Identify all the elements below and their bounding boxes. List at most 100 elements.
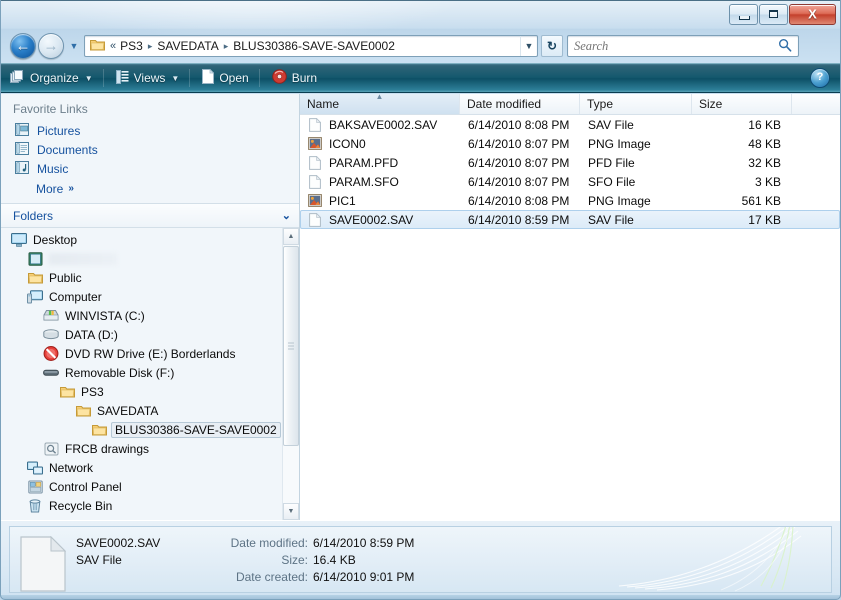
recent-pages-button[interactable]: ▼ <box>68 40 80 51</box>
folders-header[interactable]: Folders ⌄ <box>1 203 299 228</box>
folder-tree-scrollbar[interactable]: ▲ ▼ <box>282 228 299 520</box>
breadcrumb-item-ps3[interactable]: PS3 <box>117 38 146 54</box>
burn-button[interactable]: Burn <box>265 67 324 89</box>
folder-icon <box>27 271 43 284</box>
search-input[interactable] <box>568 38 778 54</box>
tree-item[interactable]: FRCB drawings <box>1 439 281 458</box>
generic-file-icon <box>20 535 67 592</box>
tree-item[interactable]: WINVISTA (C:) <box>1 306 281 325</box>
tree-item[interactable]: Recycle Bin <box>1 496 281 515</box>
file-date-cell: 6/14/2010 8:07 PM <box>468 155 570 170</box>
column-header-spacer[interactable] <box>792 94 840 114</box>
breadcrumb-separator-icon[interactable]: ▸ <box>146 41 155 52</box>
maximize-button[interactable] <box>759 3 788 25</box>
views-icon <box>115 69 129 87</box>
column-header-name[interactable]: ▲ Name <box>300 94 460 114</box>
sidebar-item-more[interactable]: More » <box>1 179 299 198</box>
breadcrumb-item-current[interactable]: BLUS30386-SAVE-SAVE0002 <box>230 38 398 54</box>
sort-ascending-icon: ▲ <box>375 94 384 101</box>
chevron-down-icon: ⌄ <box>281 210 291 222</box>
user-folder-icon <box>27 251 43 266</box>
network-icon <box>27 461 43 475</box>
sidebar-item-documents[interactable]: Documents <box>1 140 299 159</box>
explorer-window: X ← → ▼ « PS3 ▸ SAVEDATA ▸ BLUS30386-SAV… <box>0 0 841 600</box>
file-date-cell: 6/14/2010 8:08 PM <box>468 117 570 132</box>
scrollbar-thumb[interactable] <box>283 246 299 446</box>
hard-drive-icon <box>43 309 59 322</box>
file-size-cell: 32 KB <box>748 155 781 170</box>
chevron-double-right-icon: » <box>68 183 73 194</box>
views-label: Views <box>133 71 166 85</box>
tree-item[interactable]: SAVEDATA <box>1 401 281 420</box>
file-name-cell: PARAM.SFO <box>301 174 461 189</box>
sidebar-item-label: Music <box>37 161 69 176</box>
sidebar-item-music[interactable]: Music <box>1 159 299 178</box>
tree-item[interactable] <box>1 249 281 268</box>
tree-item-label: WINVISTA (C:) <box>65 308 145 323</box>
details-date-modified-value: 6/14/2010 8:59 PM <box>313 536 415 550</box>
generic-file-icon <box>307 174 323 189</box>
forward-button[interactable]: → <box>38 33 64 59</box>
folder-icon <box>90 38 105 54</box>
close-button[interactable]: X <box>789 3 836 25</box>
column-header-size[interactable]: Size <box>692 94 792 114</box>
file-name-label: PIC1 <box>329 193 356 208</box>
folder-tree: Desktop Public Computer WINVISTA (C:) DATA (… <box>1 230 281 520</box>
table-row[interactable]: SAVE0002.SAV 6/14/2010 8:59 PM SAV File 17 … <box>300 210 840 229</box>
forward-arrow-icon: → <box>43 37 59 55</box>
open-button[interactable]: Open <box>195 67 255 89</box>
breadcrumb-item-savedata[interactable]: SAVEDATA <box>154 38 221 54</box>
minimize-icon <box>739 15 750 20</box>
tree-item[interactable]: Desktop <box>1 230 281 249</box>
breadcrumb-overflow[interactable]: « <box>109 40 117 52</box>
file-size-cell: 16 KB <box>748 117 781 132</box>
search-box[interactable] <box>567 35 799 57</box>
back-button[interactable]: ← <box>10 33 36 59</box>
tree-item[interactable]: Removable Disk (F:) <box>1 363 281 382</box>
table-row[interactable]: PARAM.PFD 6/14/2010 8:07 PM PFD File 32 KB <box>300 153 840 172</box>
control-panel-icon <box>27 480 43 494</box>
help-button[interactable]: ? <box>810 68 830 88</box>
chevron-down-icon: ▼ <box>69 40 79 51</box>
scroll-down-icon[interactable]: ▼ <box>283 503 299 520</box>
tree-item[interactable]: DVD RW Drive (E:) Borderlands <box>1 344 281 363</box>
file-date-cell: 6/14/2010 8:07 PM <box>468 136 570 151</box>
column-headers: ▲ Name Date modified Type Size <box>300 94 840 115</box>
folder-icon <box>91 423 107 436</box>
tree-item[interactable]: Control Panel <box>1 477 281 496</box>
navigation-buttons: ← → <box>10 33 64 59</box>
minimize-button[interactable] <box>729 3 758 25</box>
breadcrumb-separator-icon[interactable]: ▸ <box>222 41 231 52</box>
tree-item[interactable]: Computer <box>1 287 281 306</box>
organize-button[interactable]: Organize ▼ <box>3 67 100 89</box>
scroll-up-icon[interactable]: ▲ <box>283 228 299 245</box>
refresh-button[interactable]: ↻ <box>541 35 563 57</box>
column-header-type[interactable]: Type <box>580 94 692 114</box>
details-pane: SAVE0002.SAV Date modified: 6/14/2010 8:… <box>1 520 840 599</box>
table-row[interactable]: BAKSAVE0002.SAV 6/14/2010 8:08 PM SAV File… <box>300 115 840 134</box>
tree-item[interactable]: Public <box>1 268 281 287</box>
tree-item[interactable]: BLUS30386-SAVE-SAVE0002 <box>1 420 281 439</box>
column-header-date-modified[interactable]: Date modified <box>460 94 580 114</box>
file-name-label: PARAM.PFD <box>329 155 399 170</box>
pictures-icon <box>15 122 30 140</box>
computer-icon <box>27 289 43 304</box>
tree-item-label: PS3 <box>81 384 104 399</box>
desktop-icon <box>11 232 27 247</box>
tree-item[interactable]: PS3 <box>1 382 281 401</box>
toolbar-separator <box>189 69 191 87</box>
tree-item[interactable]: Network <box>1 458 281 477</box>
table-row[interactable]: ICON0 6/14/2010 8:07 PM PNG Image 48 KB <box>300 134 840 153</box>
folders-header-label: Folders <box>13 208 54 223</box>
table-row[interactable]: PIC1 6/14/2010 8:08 PM PNG Image 561 KB <box>300 191 840 210</box>
details-pane-inner: SAVE0002.SAV Date modified: 6/14/2010 8:… <box>9 526 832 593</box>
address-dropdown-button[interactable]: ▼ <box>520 36 537 56</box>
toolbar-separator <box>102 69 104 87</box>
tree-item[interactable]: DATA (D:) <box>1 325 281 344</box>
table-row[interactable]: PARAM.SFO 6/14/2010 8:07 PM SFO File 3 KB <box>300 172 840 191</box>
address-bar[interactable]: « PS3 ▸ SAVEDATA ▸ BLUS30386-SAVE-SAVE00… <box>84 35 538 57</box>
column-header-label: Date modified <box>467 97 542 111</box>
search-icon <box>778 38 792 55</box>
views-button[interactable]: Views ▼ <box>109 67 187 89</box>
sidebar-item-pictures[interactable]: Pictures <box>1 121 299 140</box>
